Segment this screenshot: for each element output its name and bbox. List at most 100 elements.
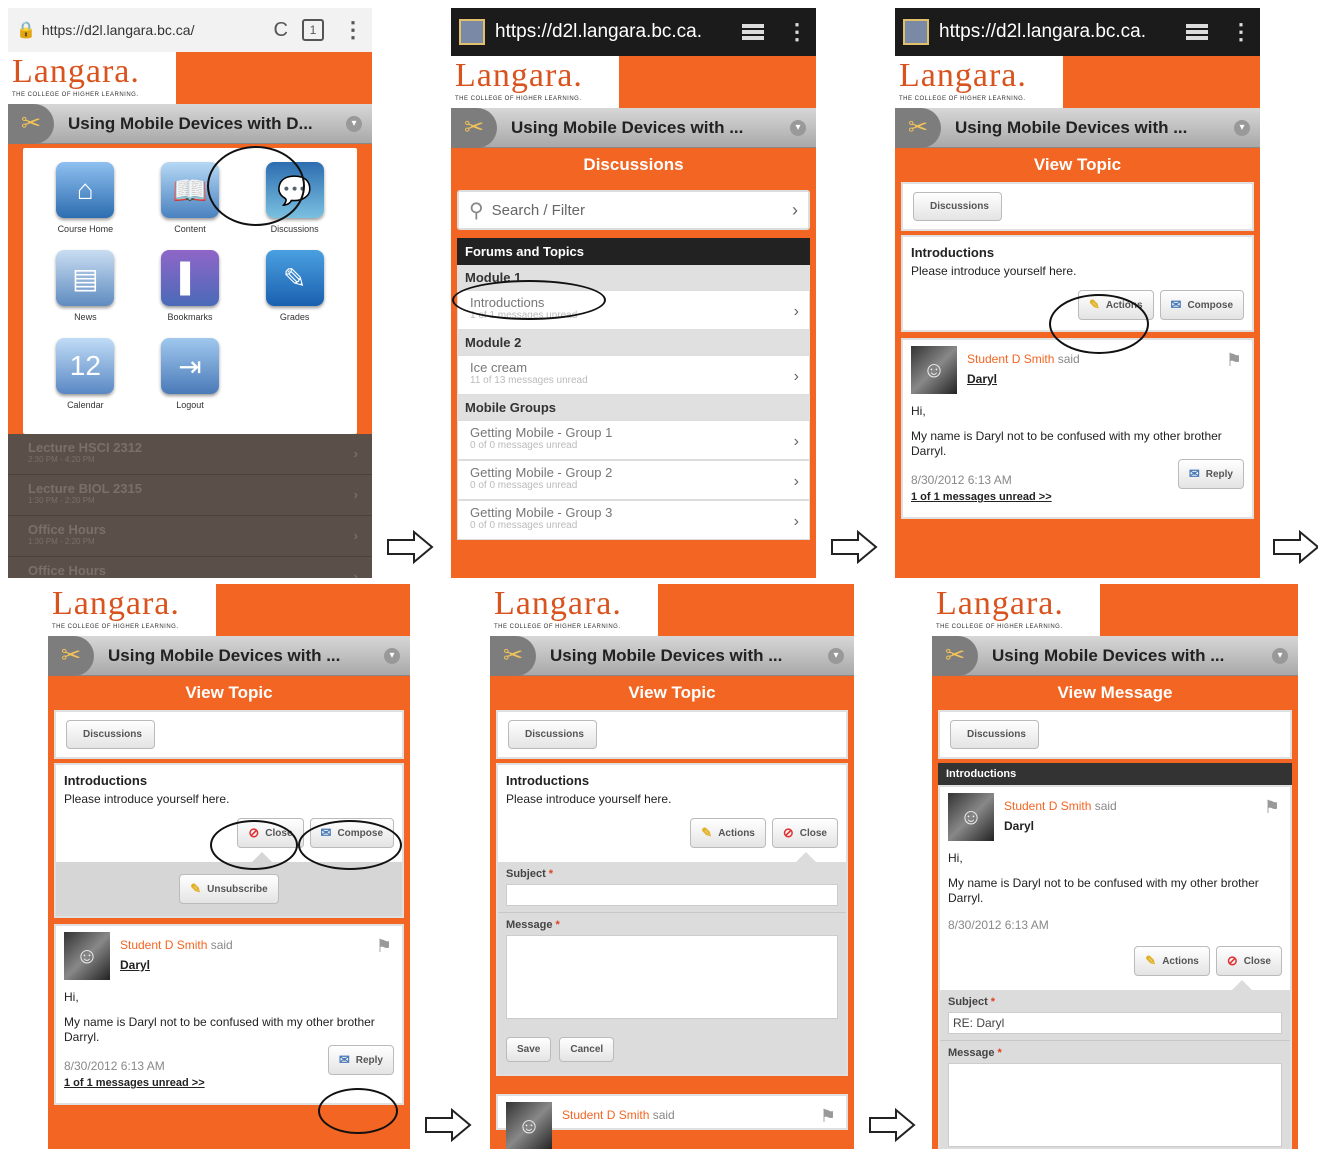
actions-button[interactable]: ✎ Actions <box>1077 290 1154 320</box>
close-button[interactable]: ⊘ Close <box>237 818 304 848</box>
subject-input[interactable]: RE: Daryl <box>948 1012 1282 1034</box>
actions-button[interactable]: ✎ Actions <box>690 818 766 848</box>
logo-text: Langara. <box>494 585 622 622</box>
course-selector[interactable]: ✂ Using Mobile Devices with ... ▾ <box>48 635 410 676</box>
compose-button[interactable]: ✉ Compose <box>1159 290 1244 320</box>
course-selector[interactable]: ✂ Using Mobile Devices with ... ▾ <box>932 635 1298 676</box>
popup-pointer <box>1232 980 1252 990</box>
url-text[interactable]: https://d2l.langara.bc.ca/ <box>42 22 266 38</box>
flag-icon[interactable]: ⚑ <box>1226 350 1242 371</box>
message-subject: Daryl <box>1004 819 1035 833</box>
course-selector[interactable]: ✂ Using Mobile Devices with ... ▾ <box>895 107 1260 148</box>
reply-button[interactable]: ✉ Reply <box>1177 459 1244 489</box>
course-selector[interactable]: ✂ Using Mobile Devices with ... ▾ <box>451 107 816 148</box>
hamburger-menu-icon[interactable] <box>742 24 764 40</box>
hamburger-menu-icon[interactable] <box>1186 24 1208 40</box>
reply-label: Reply <box>1205 468 1233 480</box>
message-textarea[interactable] <box>506 935 838 1019</box>
topic-list-item[interactable]: Introductions 1 of 1 messages unread › <box>457 290 810 330</box>
chevron-down-icon[interactable]: ▾ <box>346 115 362 132</box>
nav-tile-label: Discussions <box>270 224 319 234</box>
nav-tile-6[interactable]: 12 Calendar <box>33 338 138 426</box>
chevron-down-icon[interactable]: ▾ <box>1272 647 1288 664</box>
nav-tile-7[interactable]: ⇥ Logout <box>138 338 243 426</box>
post-date: 8/30/2012 6:13 AM <box>64 1059 165 1073</box>
group-header: Module 2 <box>457 330 810 355</box>
chevron-right-icon: › <box>353 569 358 578</box>
chevron-down-icon[interactable]: ▾ <box>1234 119 1250 136</box>
url-text[interactable]: https://d2l.langara.bc.ca. <box>495 21 732 43</box>
message-textarea[interactable] <box>948 1063 1282 1147</box>
actions-icon: ✎ <box>701 825 713 840</box>
nav-tile-2[interactable]: 💬 Discussions <box>242 162 347 250</box>
back-to-discussions-button[interactable]: Discussions <box>950 720 1039 749</box>
chevron-down-icon[interactable]: ▾ <box>828 647 844 664</box>
reply-icon: ✉ <box>338 1052 350 1067</box>
nav-tile-label: Bookmarks <box>167 312 213 322</box>
flag-icon[interactable]: ⚑ <box>1264 797 1280 818</box>
overflow-menu-icon[interactable]: ⋮ <box>786 19 808 45</box>
course-selector[interactable]: ✂ Using Mobile Devices with D... ▾ <box>8 103 372 144</box>
close-button[interactable]: ⊘ Close <box>771 818 838 848</box>
overflow-menu-icon[interactable]: ⋮ <box>1230 19 1252 45</box>
back-to-discussions-button[interactable]: Discussions <box>913 192 1002 221</box>
actions-button[interactable]: ✎ Actions <box>1134 946 1210 976</box>
post-subject-link[interactable]: Daryl <box>911 372 1244 386</box>
chevron-down-icon[interactable]: ▾ <box>384 647 400 664</box>
subject-input[interactable] <box>506 884 838 906</box>
screen-course-menu: 🔒 https://d2l.langara.bc.ca/ C 1 ⋮ Langa… <box>8 8 372 578</box>
back-to-discussions-button[interactable]: Discussions <box>66 720 155 749</box>
required-marker: * <box>548 868 554 880</box>
cancel-button[interactable]: Cancel <box>559 1037 615 1062</box>
topic-title: Introductions <box>506 773 590 788</box>
topic-name: Getting Mobile - Group 3 <box>470 505 613 520</box>
chevron-right-icon: › <box>793 433 799 450</box>
nav-tile-5[interactable]: ✎ Grades <box>242 250 347 338</box>
arrow-right-icon <box>1273 530 1318 564</box>
browser-url-bar[interactable]: 🔒 https://d2l.langara.bc.ca/ C 1 ⋮ <box>8 8 372 52</box>
langara-logo: Langara. THE COLLEGE OF HIGHER LEARNING. <box>451 56 619 108</box>
reply-label: Reply <box>355 1054 383 1066</box>
close-button[interactable]: ⊘ Close <box>1215 946 1282 976</box>
browser-url-bar[interactable]: https://d2l.langara.bc.ca. ⋮ <box>451 8 816 56</box>
unsubscribe-button[interactable]: ✎ Unsubscribe <box>179 874 279 904</box>
post-subject-link[interactable]: Daryl <box>64 958 394 972</box>
topic-list-item[interactable]: Getting Mobile - Group 20 of 0 messages … <box>457 460 810 500</box>
chevron-right-icon: › <box>793 368 799 385</box>
compose-label: Compose <box>1187 299 1233 311</box>
nav-tile-1[interactable]: 📖 Content <box>138 162 243 250</box>
save-button[interactable]: Save <box>506 1037 552 1062</box>
reply-button[interactable]: ✉ Reply <box>327 1045 394 1075</box>
overflow-menu-icon[interactable]: ⋮ <box>342 17 364 43</box>
topic-list-item[interactable]: Getting Mobile - Group 30 of 0 messages … <box>457 500 810 540</box>
back-to-discussions-button[interactable]: Discussions <box>508 720 597 749</box>
compose-button[interactable]: ✉ Compose <box>309 818 394 848</box>
topic-list-item[interactable]: Getting Mobile - Group 10 of 0 messages … <box>457 420 810 460</box>
post-greeting: Hi, <box>948 851 963 865</box>
tabs-count-icon[interactable]: 1 <box>302 19 324 41</box>
unsubscribe-label: Unsubscribe <box>207 883 268 895</box>
unread-link[interactable]: 1 of 1 messages unread >> <box>64 1075 394 1097</box>
nav-tile-label: News <box>74 312 97 322</box>
topic-list-item[interactable]: Ice cream 11 of 13 messages unread › <box>457 355 810 395</box>
course-selector[interactable]: ✂ Using Mobile Devices with ... ▾ <box>490 635 854 676</box>
nav-tile-3[interactable]: ▤ News <box>33 250 138 338</box>
search-filter-button[interactable]: ⚲ Search / Filter › <box>457 190 810 230</box>
home-icon: ⌂ <box>56 162 115 218</box>
actions-label: Actions <box>1105 299 1143 311</box>
flag-icon[interactable]: ⚑ <box>376 936 392 957</box>
reload-icon[interactable]: C <box>274 19 288 42</box>
logo-text: Langara. <box>455 57 583 94</box>
nav-tile-0[interactable]: ⌂ Course Home <box>33 162 138 250</box>
subject-label: Subject <box>506 868 546 880</box>
chevron-down-icon[interactable]: ▾ <box>790 119 806 136</box>
topic-name: Ice cream <box>470 360 528 375</box>
topic-panel: Introductions Please introduce yourself … <box>496 763 848 1076</box>
tools-icon: ✂ <box>490 635 536 676</box>
subject-section: Subject * RE: Daryl <box>940 990 1290 1040</box>
nav-tile-4[interactable]: ▌ Bookmarks <box>138 250 243 338</box>
unread-link[interactable]: 1 of 1 messages unread >> <box>911 489 1244 511</box>
flag-icon[interactable]: ⚑ <box>820 1106 836 1127</box>
browser-url-bar[interactable]: https://d2l.langara.bc.ca. ⋮ <box>895 8 1260 56</box>
url-text[interactable]: https://d2l.langara.bc.ca. <box>939 21 1176 43</box>
